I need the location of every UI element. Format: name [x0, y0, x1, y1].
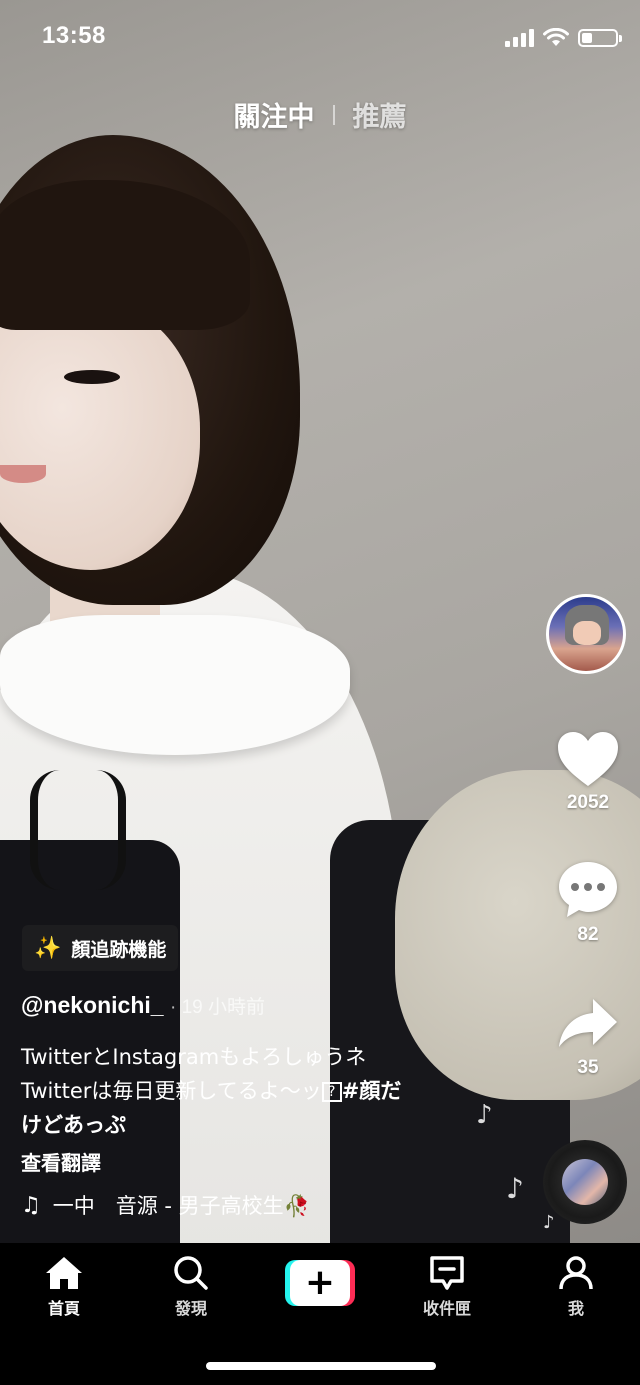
create-button[interactable]: + — [285, 1260, 355, 1306]
video-collar — [0, 615, 350, 755]
caption-text: Twitterは毎日更新してるよ～ッ — [21, 1079, 322, 1103]
hashtag-link[interactable]: けどあっぷ — [21, 1108, 501, 1142]
search-icon — [174, 1256, 208, 1290]
author-handle[interactable]: @nekonichi_ — [21, 992, 164, 1018]
music-disc[interactable] — [543, 1140, 627, 1224]
author-line: @nekonichi_ · 19 小時前 — [21, 992, 265, 1019]
share-arrow-icon — [559, 999, 617, 1047]
tab-divider — [332, 104, 335, 125]
tiktok-feed-screen: 13:58 關注中 推薦 2052 82 35 ✨ 顏追跡機能 @nekonic… — [0, 0, 640, 1385]
share-button[interactable]: 35 — [548, 995, 628, 1079]
comment-button[interactable]: 82 — [548, 860, 628, 946]
like-button[interactable]: 2052 — [548, 730, 628, 814]
magic-wand-icon: ✨ — [34, 935, 62, 961]
cellular-signal-icon — [505, 29, 534, 47]
music-title: 一中 音源 - 男子高校生🥀 — [52, 1194, 310, 1218]
caption-line: TwitterとInstagramもよろしゅうネ — [21, 1045, 367, 1069]
nav-me[interactable]: 我 — [526, 1255, 626, 1319]
feed-tabs: 關注中 推薦 — [0, 95, 640, 134]
status-time: 13:58 — [42, 22, 106, 49]
nav-inbox[interactable]: 收件匣 — [397, 1255, 497, 1319]
inbox-icon — [430, 1256, 464, 1290]
unknown-glyph-icon: ? — [321, 1082, 342, 1102]
tab-following[interactable]: 關注中 — [234, 95, 315, 134]
caption-line: Twitterは毎日更新してるよ～ッ? #顔だ — [21, 1074, 501, 1108]
home-indicator — [206, 1362, 436, 1370]
video-face — [0, 300, 200, 570]
floating-note-icon: ♪ — [506, 1172, 524, 1205]
effect-chip[interactable]: ✨ 顏追跡機能 — [22, 925, 179, 971]
video-eye — [64, 370, 120, 384]
nav-home[interactable]: 首頁 — [14, 1255, 114, 1319]
battery-icon — [578, 29, 622, 47]
hashtag-link[interactable]: #顔だ — [342, 1079, 402, 1103]
creator-avatar[interactable] — [546, 594, 626, 674]
music-note-icon: ♫ — [21, 1192, 41, 1218]
wifi-icon — [543, 28, 569, 46]
music-info[interactable]: ♫ 一中 音源 - 男子高校生🥀 — [21, 1190, 310, 1220]
comment-icon — [559, 862, 617, 917]
video-caption: TwitterとInstagramもよろしゅうネ Twitterは毎日更新してる… — [21, 1040, 501, 1142]
see-translation-link[interactable]: 查看翻譯 — [21, 1147, 101, 1176]
comment-count: 82 — [577, 924, 599, 945]
tab-for-you[interactable]: 推薦 — [353, 95, 407, 134]
floating-note-icon: ♪ — [543, 1212, 555, 1233]
nav-home-label: 首頁 — [47, 1299, 80, 1318]
nav-discover[interactable]: 發現 — [141, 1255, 241, 1319]
plus-icon: + — [290, 1260, 350, 1306]
floating-note-icon: ♪ — [476, 1100, 493, 1130]
post-time: · 19 小時前 — [169, 997, 265, 1018]
video-ribbon — [30, 770, 126, 890]
profile-icon — [559, 1256, 593, 1290]
like-count: 2052 — [566, 792, 610, 813]
nav-discover-label: 發現 — [174, 1299, 207, 1318]
nav-me-label: 我 — [567, 1299, 584, 1318]
status-icons — [505, 28, 622, 48]
bottom-nav: 首頁 發現 + 收件匣 我 — [0, 1243, 640, 1385]
nav-inbox-label: 收件匣 — [422, 1299, 471, 1318]
heart-icon — [558, 732, 618, 786]
effect-label: 顏追跡機能 — [71, 938, 167, 961]
home-icon — [46, 1257, 82, 1289]
video-lips — [0, 465, 46, 483]
share-count: 35 — [577, 1057, 599, 1078]
